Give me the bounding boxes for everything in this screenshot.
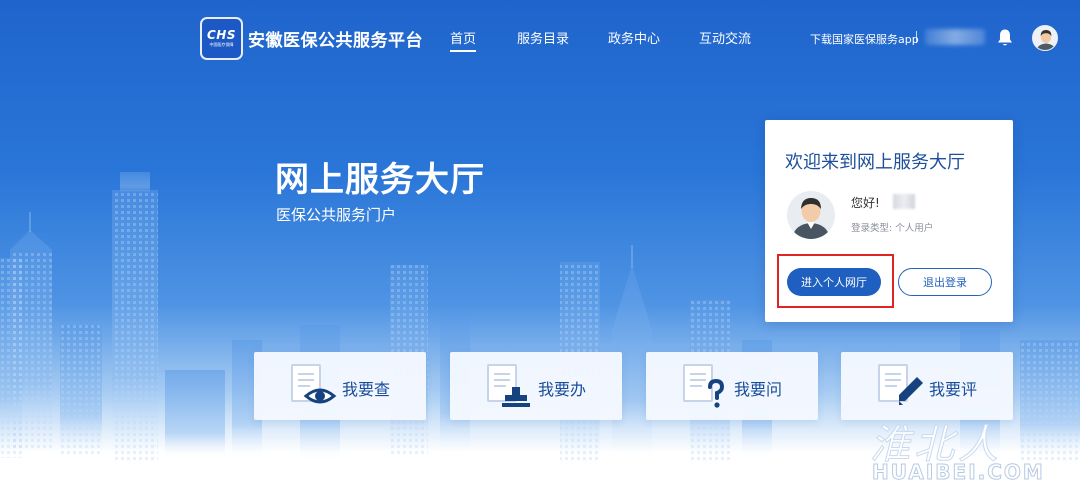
hero-subtitle: 医保公共服务门户: [276, 206, 397, 224]
document-pen-icon: [878, 364, 923, 405]
chs-logo[interactable]: CHS 中国医疗保障: [200, 17, 243, 60]
username-redacted[interactable]: [925, 29, 985, 45]
site-title[interactable]: 安徽医保公共服务平台: [248, 26, 423, 51]
service-label-query: 我要查: [342, 380, 391, 399]
logo-subtext: 中国医疗保障: [209, 42, 234, 47]
logout-button[interactable]: 退出登录: [898, 268, 992, 296]
nav-item-service-catalog[interactable]: 服务目录: [517, 28, 569, 47]
service-tile-handle[interactable]: 我要办: [450, 352, 622, 420]
document-eye-icon: [291, 364, 337, 404]
nav-item-interaction[interactable]: 互动交流: [699, 28, 751, 47]
bell-icon[interactable]: [996, 28, 1014, 48]
watermark-english: HUAIBEI.COM: [872, 460, 1045, 485]
service-tile-ask[interactable]: 我要问: [646, 352, 818, 420]
user-avatar-icon[interactable]: [1032, 25, 1058, 51]
greeting-text: 您好!: [851, 196, 880, 210]
service-tile-evaluate[interactable]: 我要评: [841, 352, 1013, 420]
username-redacted: [893, 194, 915, 209]
login-type-text: 登录类型: 个人用户: [851, 223, 934, 234]
enter-personal-hall-button[interactable]: 进入个人网厅: [787, 268, 881, 296]
watermark: 淮北人 HUAIBEI.COM: [870, 412, 1060, 492]
service-label-handle: 我要办: [538, 380, 587, 399]
header-divider: [916, 31, 917, 43]
service-label-evaluate: 我要评: [929, 380, 978, 399]
nav-item-home[interactable]: 首页: [450, 28, 477, 52]
top-header: CHS 中国医疗保障 安徽医保公共服务平台 首页 服务目录 政务中心 互动交流 …: [0, 0, 1080, 76]
user-avatar-icon: [787, 191, 835, 239]
service-tile-query[interactable]: 我要查: [254, 352, 426, 420]
service-label-ask: 我要问: [734, 380, 783, 399]
document-question-icon: [683, 364, 725, 408]
hero-title: 网上服务大厅: [275, 160, 485, 200]
document-stamp-icon: [487, 364, 530, 407]
nav-item-government-center[interactable]: 政务中心: [608, 28, 660, 47]
download-app-link[interactable]: 下载国家医保服务app: [810, 31, 919, 47]
logo-text: CHS: [207, 28, 236, 42]
welcome-card: 欢迎来到网上服务大厅 您好! 登录类型: 个人用户 进入个人网厅 退出登录: [765, 120, 1013, 322]
welcome-card-title: 欢迎来到网上服务大厅: [785, 152, 965, 173]
